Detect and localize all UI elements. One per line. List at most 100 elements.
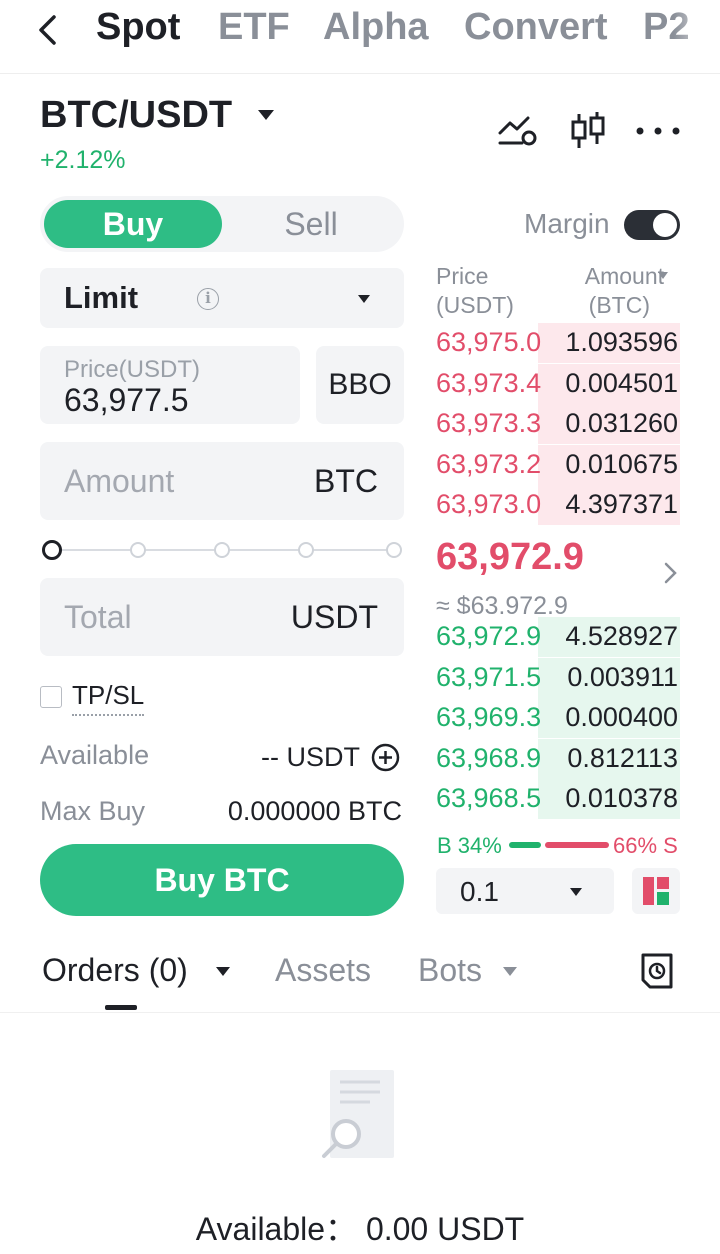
tpsl-label[interactable]: TP/SL bbox=[72, 680, 145, 716]
total-placeholder: Total bbox=[64, 599, 132, 635]
bid-row[interactable]: 63,969.3 0.000400 bbox=[436, 698, 680, 738]
tab-bots[interactable]: Bots bbox=[418, 952, 482, 989]
back-arrow-icon[interactable] bbox=[30, 12, 66, 48]
amount-placeholder: Amount bbox=[64, 463, 175, 499]
slider-handle[interactable] bbox=[42, 540, 62, 560]
tab-assets[interactable]: Assets bbox=[275, 952, 371, 989]
order-history-icon[interactable] bbox=[640, 952, 674, 990]
empty-orders-illustration-icon bbox=[322, 1070, 394, 1158]
buy-tab[interactable]: Buy bbox=[44, 200, 222, 248]
pair-selector[interactable]: BTC/USDT bbox=[40, 94, 232, 137]
ask-price: 63,973.4 bbox=[436, 367, 542, 398]
slider-mark-25[interactable] bbox=[130, 542, 146, 558]
ask-row[interactable]: 63,973.2 0.010675 bbox=[436, 444, 680, 485]
nav-tab-etf[interactable]: ETF bbox=[218, 6, 290, 49]
available-value: -- USDT bbox=[261, 742, 360, 772]
ask-price: 63,973.0 bbox=[436, 489, 542, 519]
ask-amount: 0.004501 bbox=[565, 367, 678, 398]
amount-header-unit: (BTC) bbox=[588, 292, 650, 318]
bid-row[interactable]: 63,968.5 0.010378 bbox=[436, 779, 680, 819]
nav-tab-convert[interactable]: Convert bbox=[464, 6, 608, 49]
bottom-available-text: Available： 0.00 USDT bbox=[195, 1211, 525, 1247]
chevron-right-icon[interactable] bbox=[662, 560, 680, 586]
nav-tab-spot[interactable]: Spot bbox=[96, 6, 180, 49]
bid-amount: 0.003911 bbox=[567, 661, 678, 692]
orderbook-layout-button[interactable] bbox=[632, 868, 680, 914]
last-price: 63,972.9 bbox=[436, 536, 584, 578]
price-header-label: Price bbox=[436, 263, 489, 289]
info-icon[interactable]: i bbox=[197, 288, 219, 310]
bid-price: 63,971.5 bbox=[436, 661, 542, 692]
depth-step-value: 0.1 bbox=[460, 876, 499, 907]
slider-mark-75[interactable] bbox=[298, 542, 314, 558]
bid-price: 63,968.9 bbox=[436, 742, 542, 773]
total-unit: USDT bbox=[290, 599, 378, 635]
nav-tab-alpha[interactable]: Alpha bbox=[323, 6, 429, 49]
tab-orders[interactable]: Orders (0) bbox=[42, 952, 188, 989]
orderbook-amount-header[interactable]: Amount (BTC) bbox=[562, 262, 680, 320]
bid-price: 63,968.5 bbox=[436, 783, 542, 813]
chevron-down-icon bbox=[358, 295, 370, 303]
orderbook-layout-icon bbox=[643, 877, 669, 905]
nav-tab-p2p[interactable]: P2 bbox=[643, 6, 720, 49]
slider-mark-100[interactable] bbox=[386, 542, 402, 558]
buy-btc-button[interactable]: Buy BTC bbox=[40, 844, 404, 916]
margin-toggle[interactable] bbox=[624, 210, 680, 240]
ask-price: 63,973.3 bbox=[436, 408, 542, 438]
buy-ratio: B 34% bbox=[437, 833, 502, 858]
chart-indicator-icon[interactable] bbox=[498, 113, 538, 149]
bid-amount: 0.000400 bbox=[565, 702, 678, 732]
sell-tab[interactable]: Sell bbox=[222, 200, 400, 248]
ask-amount: 1.093596 bbox=[565, 327, 678, 357]
slider-mark-50[interactable] bbox=[214, 542, 230, 558]
ask-row[interactable]: 63,975.0 1.093596 bbox=[436, 323, 680, 363]
price-input-value[interactable]: 63,977.5 bbox=[64, 382, 189, 419]
bots-chevron-icon[interactable] bbox=[503, 967, 517, 976]
sell-ratio-bar bbox=[545, 842, 609, 848]
orderbook-price-header: Price (USDT) bbox=[436, 262, 514, 320]
candlestick-icon[interactable] bbox=[569, 110, 607, 152]
ask-amount: 4.397371 bbox=[565, 489, 678, 519]
available-label: Available bbox=[40, 740, 150, 770]
order-type-select[interactable]: Limit i bbox=[40, 268, 404, 328]
bid-row[interactable]: 63,971.5 0.003911 bbox=[436, 657, 680, 698]
bid-price: 63,972.9 bbox=[436, 621, 542, 651]
chevron-down-icon bbox=[570, 888, 582, 896]
buy-ratio-bar bbox=[509, 842, 541, 848]
price-input[interactable]: Price(USDT) 63,977.5 bbox=[40, 346, 300, 424]
ask-row[interactable]: 63,973.4 0.004501 bbox=[436, 363, 680, 404]
max-buy-value: 0.000000 BTC bbox=[227, 796, 402, 826]
bid-amount: 0.812113 bbox=[567, 742, 678, 773]
bid-price: 63,969.3 bbox=[436, 702, 542, 732]
ask-row[interactable]: 63,973.3 0.031260 bbox=[436, 404, 680, 444]
last-price-usd: ≈ $63,972.9 bbox=[436, 592, 568, 614]
price-header-unit: (USDT) bbox=[436, 292, 514, 318]
order-type-label: Limit bbox=[64, 280, 139, 315]
total-input[interactable]: Total USDT bbox=[40, 578, 404, 656]
orders-chevron-icon[interactable] bbox=[216, 967, 230, 976]
bid-amount: 0.010378 bbox=[565, 783, 678, 813]
tpsl-checkbox[interactable] bbox=[40, 686, 62, 708]
amount-input[interactable]: Amount BTC bbox=[40, 442, 404, 520]
depth-step-select[interactable]: 0.1 bbox=[436, 868, 614, 914]
max-buy-label: Max Buy bbox=[40, 796, 146, 826]
ask-price: 63,973.2 bbox=[436, 448, 542, 479]
amount-unit-chevron-icon[interactable] bbox=[658, 272, 668, 279]
price-input-label: Price(USDT) bbox=[64, 356, 200, 383]
sell-ratio: 66% S bbox=[613, 833, 678, 858]
pair-caret-icon[interactable] bbox=[258, 110, 274, 120]
buy-sell-switch: Buy Sell bbox=[40, 196, 404, 252]
top-nav: Spot ETF Alpha Convert P2 bbox=[0, 0, 720, 74]
more-icon[interactable] bbox=[636, 126, 680, 136]
bid-row[interactable]: 63,968.9 0.812113 bbox=[436, 738, 680, 779]
tabs-divider bbox=[0, 1012, 720, 1013]
ask-row[interactable]: 63,973.0 4.397371 bbox=[436, 485, 680, 525]
amount-unit[interactable]: BTC bbox=[314, 463, 378, 500]
bid-row[interactable]: 63,972.9 4.528927 bbox=[436, 617, 680, 657]
ask-price: 63,975.0 bbox=[436, 327, 542, 357]
add-funds-icon[interactable] bbox=[371, 743, 400, 772]
price-change: +2.12% bbox=[40, 146, 126, 174]
bbo-button[interactable]: BBO bbox=[316, 346, 404, 424]
ask-amount: 0.010675 bbox=[565, 448, 678, 479]
active-tab-indicator bbox=[105, 1005, 137, 1010]
